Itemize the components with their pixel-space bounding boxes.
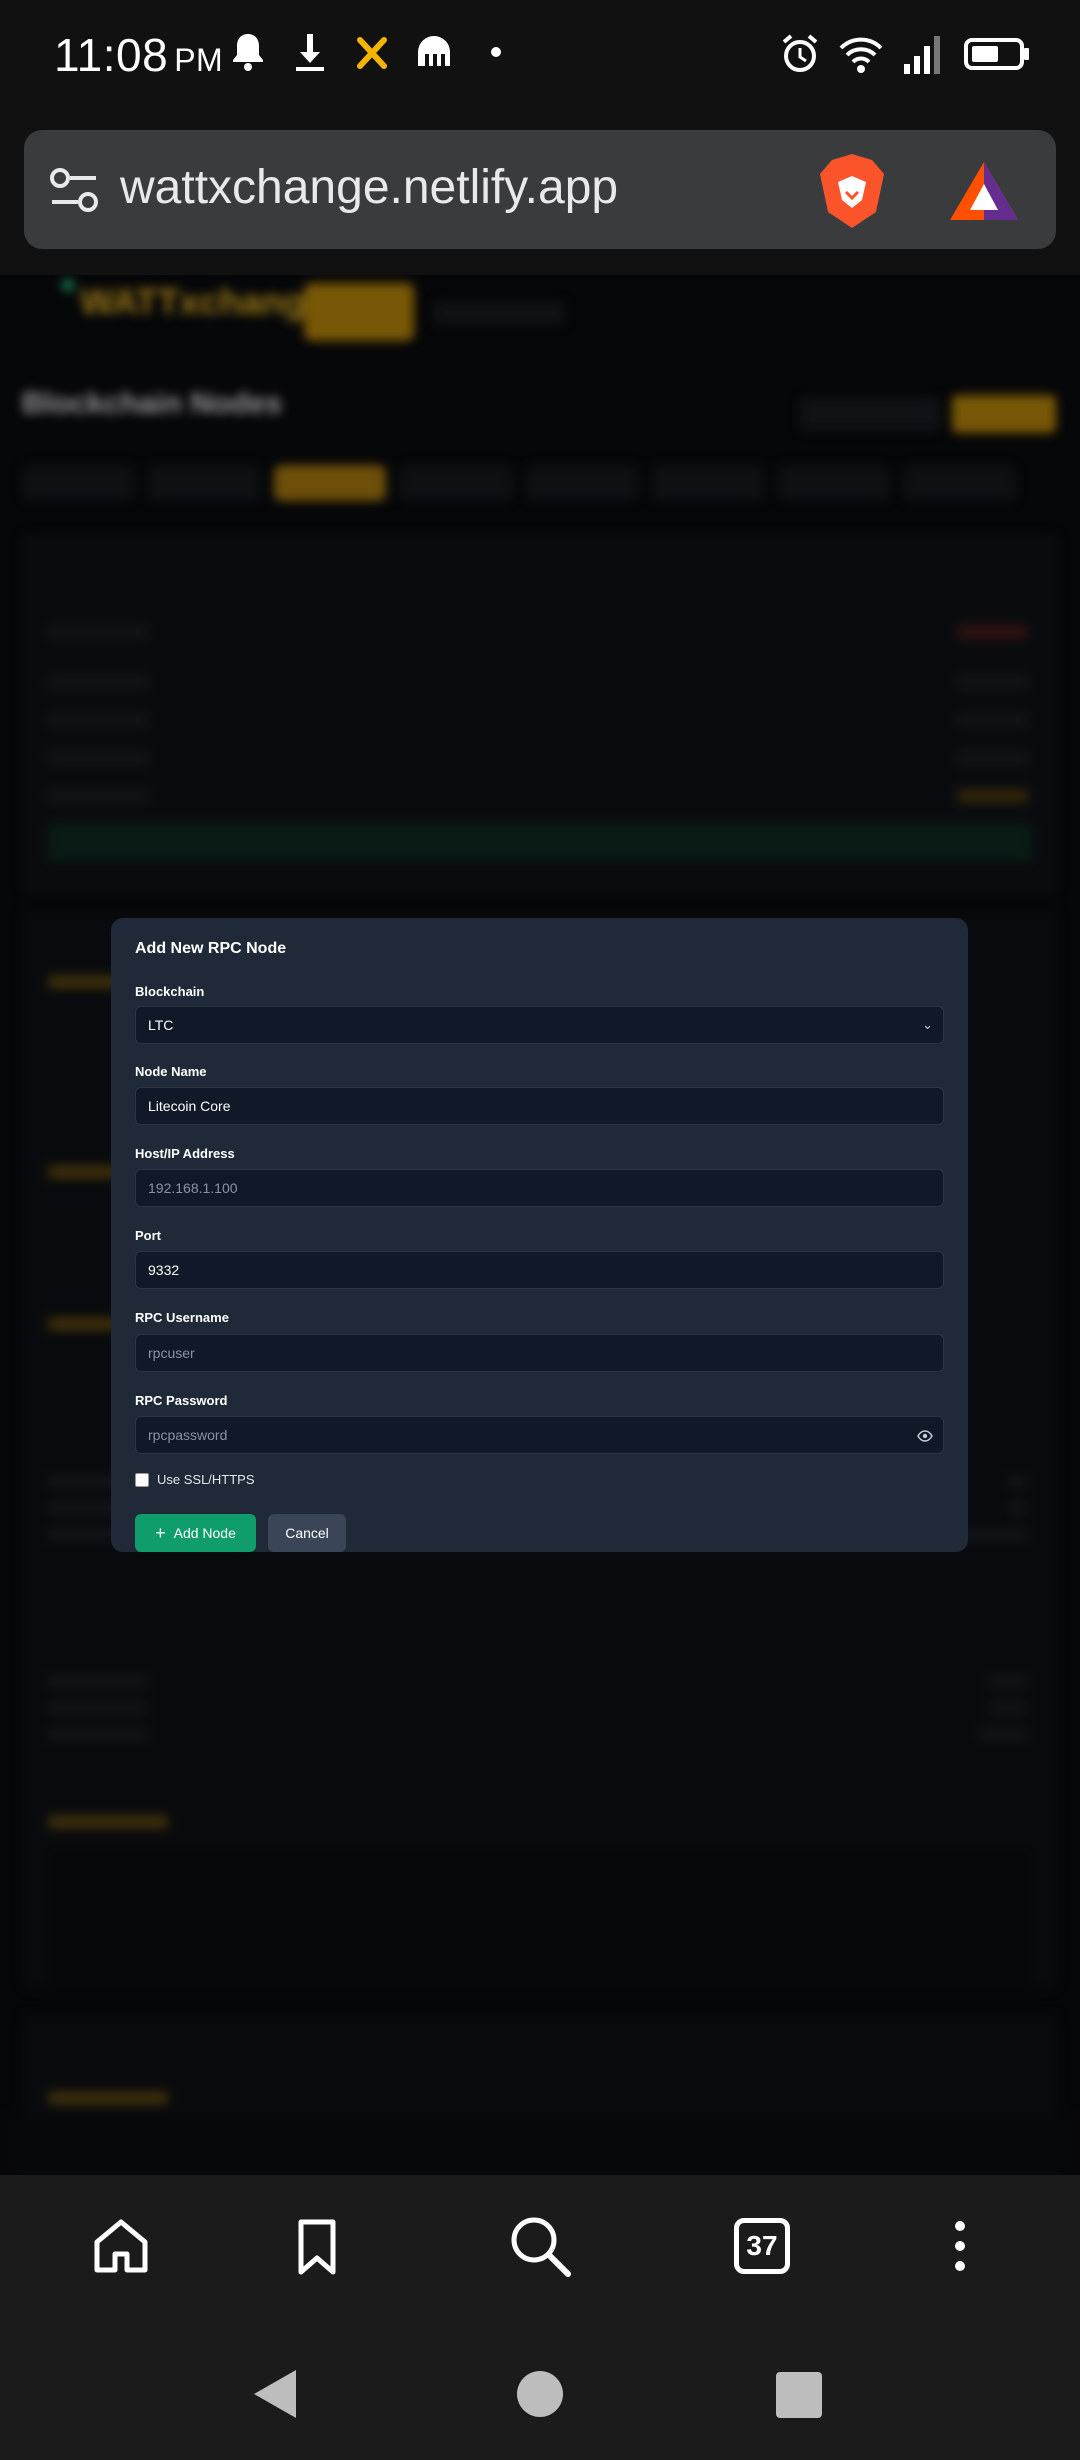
alarm-icon — [782, 34, 818, 72]
tabs-button[interactable]: 37 — [727, 2211, 797, 2281]
back-icon[interactable] — [252, 2368, 298, 2420]
address-bar[interactable]: wattxchange.netlify.app — [24, 130, 1056, 249]
port-label: Port — [135, 1228, 161, 1243]
cancel-button[interactable]: Cancel — [268, 1514, 346, 1552]
wifi-icon — [839, 37, 883, 73]
host-input[interactable]: 192.168.1.100 — [135, 1169, 944, 1207]
blockchain-value: LTC — [148, 1017, 174, 1033]
password-field[interactable]: rpcpassword — [135, 1416, 944, 1454]
bell-icon — [233, 34, 263, 71]
clock: 11:08 PM — [54, 28, 223, 82]
port-input[interactable]: 9332 — [135, 1251, 944, 1289]
username-input[interactable]: rpcuser — [135, 1334, 944, 1372]
host-label: Host/IP Address — [135, 1146, 235, 1161]
notification-icons — [228, 30, 516, 74]
ssl-checkbox[interactable] — [135, 1472, 149, 1487]
bookmark-icon — [298, 2219, 336, 2275]
chevron-down-icon: ⌄ — [922, 1017, 933, 1032]
add-node-label: Add Node — [173, 1525, 236, 1541]
password-label: RPC Password — [135, 1393, 228, 1408]
url-text[interactable]: wattxchange.netlify.app — [120, 160, 618, 215]
status-bar: 11:08 PM — [0, 0, 1080, 110]
download-icon — [296, 34, 324, 71]
recents-icon[interactable] — [776, 2372, 822, 2418]
add-node-button[interactable]: + Add Node — [135, 1514, 256, 1552]
bookmarks-button[interactable] — [282, 2211, 352, 2281]
username-label: RPC Username — [135, 1310, 229, 1325]
search-icon — [511, 2217, 571, 2277]
tabs-count: 37 — [734, 2218, 790, 2274]
search-button[interactable] — [505, 2211, 575, 2281]
system-icons — [780, 32, 1030, 76]
blockchain-select[interactable]: LTC ⌄ — [135, 1006, 944, 1044]
home-icon — [94, 2219, 148, 2273]
signal-icon — [904, 36, 940, 74]
eye-icon[interactable] — [917, 1428, 933, 1444]
clock-ampm: PM — [174, 42, 224, 78]
browser-top-bar: wattxchange.netlify.app — [0, 110, 1080, 275]
plus-icon: + — [155, 1523, 166, 1543]
browser-toolbar: 37 — [0, 2175, 1080, 2320]
menu-button[interactable] — [925, 2211, 995, 2281]
x-app-icon — [357, 37, 387, 69]
add-rpc-node-dialog: Add New RPC Node Blockchain LTC ⌄ Node N… — [111, 918, 968, 1552]
home-button[interactable] — [86, 2211, 156, 2281]
brave-rewards-icon[interactable] — [948, 160, 1020, 222]
battery-icon — [964, 38, 1029, 70]
home-nav-icon[interactable] — [516, 2370, 564, 2418]
node-name-input[interactable]: Litecoin Core — [135, 1087, 944, 1125]
brave-shields-icon[interactable] — [816, 152, 888, 230]
ssl-label[interactable]: Use SSL/HTTPS — [157, 1472, 255, 1487]
screen: 11:08 PM wattxchange.netlify.app WATTxcha… — [0, 0, 1080, 2460]
node-name-label: Node Name — [135, 1064, 207, 1079]
more-vert-icon — [955, 2221, 965, 2271]
ssl-option[interactable]: Use SSL/HTTPS — [135, 1472, 255, 1487]
blockchain-label: Blockchain — [135, 984, 205, 999]
dot-icon — [491, 47, 501, 57]
clock-time: 11:08 — [54, 29, 169, 81]
password-input[interactable]: rpcpassword — [148, 1427, 227, 1443]
dialog-title: Add New RPC Node — [135, 940, 287, 957]
system-nav-bar — [0, 2320, 1080, 2460]
site-settings-icon[interactable] — [48, 164, 100, 216]
kraken-icon — [418, 36, 450, 66]
